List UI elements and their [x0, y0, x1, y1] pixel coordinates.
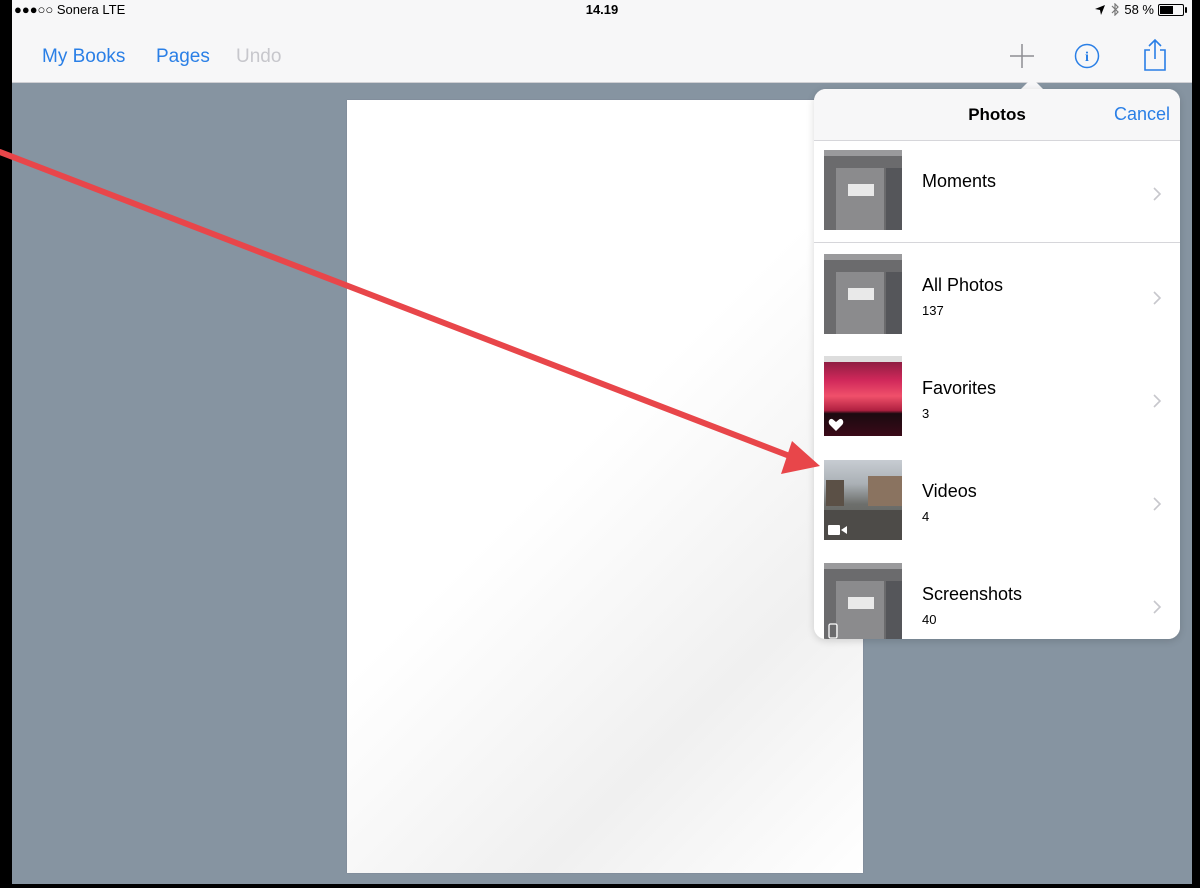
album-all-photos[interactable]: All Photos 137: [814, 243, 1180, 346]
album-name: All Photos: [922, 275, 1004, 295]
add-icon[interactable]: [1008, 42, 1036, 70]
album-count: 4: [922, 509, 930, 524]
album-thumbnail: [824, 460, 902, 540]
album-name: Moments: [922, 171, 997, 191]
album-thumbnail: [824, 150, 902, 230]
my-books-button[interactable]: My Books: [42, 46, 125, 68]
pages-button[interactable]: Pages: [156, 46, 210, 68]
cover-page[interactable]: [347, 100, 863, 873]
phone-icon: [828, 623, 838, 639]
popover-header: Photos Cancel: [814, 89, 1180, 141]
album-thumbnail: [824, 356, 902, 436]
battery-percent: 58 %: [1124, 2, 1154, 17]
chevron-right-icon: [1153, 291, 1162, 305]
album-count: 3: [922, 406, 930, 421]
svg-text:i: i: [1085, 50, 1089, 65]
album-count: 40: [922, 612, 937, 627]
share-icon[interactable]: [1142, 38, 1168, 72]
cancel-button[interactable]: Cancel: [1114, 104, 1170, 125]
album-count: 137: [922, 303, 944, 318]
bluetooth-icon: [1111, 3, 1120, 16]
album-videos[interactable]: Videos 4: [814, 449, 1180, 552]
location-icon: [1095, 4, 1106, 15]
status-time: 14.19: [585, 2, 619, 17]
heart-icon: [828, 418, 844, 431]
album-favorites[interactable]: Favorites 3: [814, 346, 1180, 449]
device-frame: ●●●○○ Sonera LTE 14.19 58 % My Books Pag…: [0, 0, 1200, 888]
album-name: Videos: [922, 481, 977, 501]
screen: ●●●○○ Sonera LTE 14.19 58 % My Books Pag…: [12, 0, 1192, 884]
navigation-bar: My Books Pages Undo i: [12, 20, 1192, 83]
chevron-right-icon: [1153, 187, 1162, 201]
info-icon[interactable]: i: [1074, 43, 1100, 69]
album-moments[interactable]: Moments: [814, 141, 1180, 242]
album-name: Favorites: [922, 378, 997, 398]
album-thumbnail: [824, 254, 902, 334]
status-right: 58 %: [1094, 2, 1187, 17]
photos-popover: Photos Cancel Moments All Photos 137 Fav…: [814, 89, 1180, 639]
status-bar: ●●●○○ Sonera LTE 14.19 58 %: [12, 0, 1192, 20]
chevron-right-icon: [1153, 600, 1162, 614]
album-thumbnail: [824, 563, 902, 639]
chevron-right-icon: [1153, 394, 1162, 408]
battery-fill: [1160, 5, 1173, 14]
undo-button[interactable]: Undo: [236, 46, 281, 68]
video-camera-icon: [828, 525, 847, 535]
chevron-right-icon: [1153, 497, 1162, 511]
album-name: Screenshots: [922, 584, 1023, 604]
battery-icon: [1158, 3, 1187, 16]
album-screenshots[interactable]: Screenshots 40: [814, 552, 1180, 639]
